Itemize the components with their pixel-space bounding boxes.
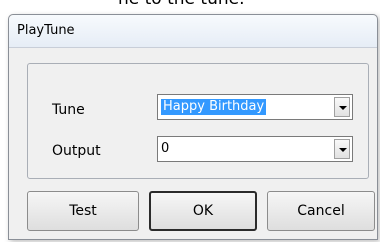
test-button[interactable]: Test: [27, 191, 139, 231]
dialog-title: PlayTune: [17, 23, 75, 38]
ok-button[interactable]: OK: [149, 191, 257, 231]
background-text: ne to the tune.: [118, 0, 245, 9]
playtune-dialog: PlayTune Tune Happy Birthday Output 0 Te…: [8, 14, 378, 240]
output-label: Output: [52, 143, 101, 159]
screen: ne to the tune. PlayTune Tune Happy Birt…: [0, 0, 380, 242]
settings-group: Tune Happy Birthday Output 0: [27, 63, 369, 179]
output-value: 0: [161, 141, 170, 156]
title-bar[interactable]: PlayTune: [9, 15, 377, 48]
tune-combobox[interactable]: Happy Birthday: [157, 94, 353, 120]
chevron-down-icon[interactable]: [334, 139, 350, 159]
tune-value: Happy Birthday: [161, 99, 267, 115]
cancel-button[interactable]: Cancel: [267, 191, 375, 231]
tune-label: Tune: [52, 102, 85, 118]
chevron-down-icon[interactable]: [334, 97, 350, 117]
output-combobox[interactable]: 0: [157, 136, 353, 162]
